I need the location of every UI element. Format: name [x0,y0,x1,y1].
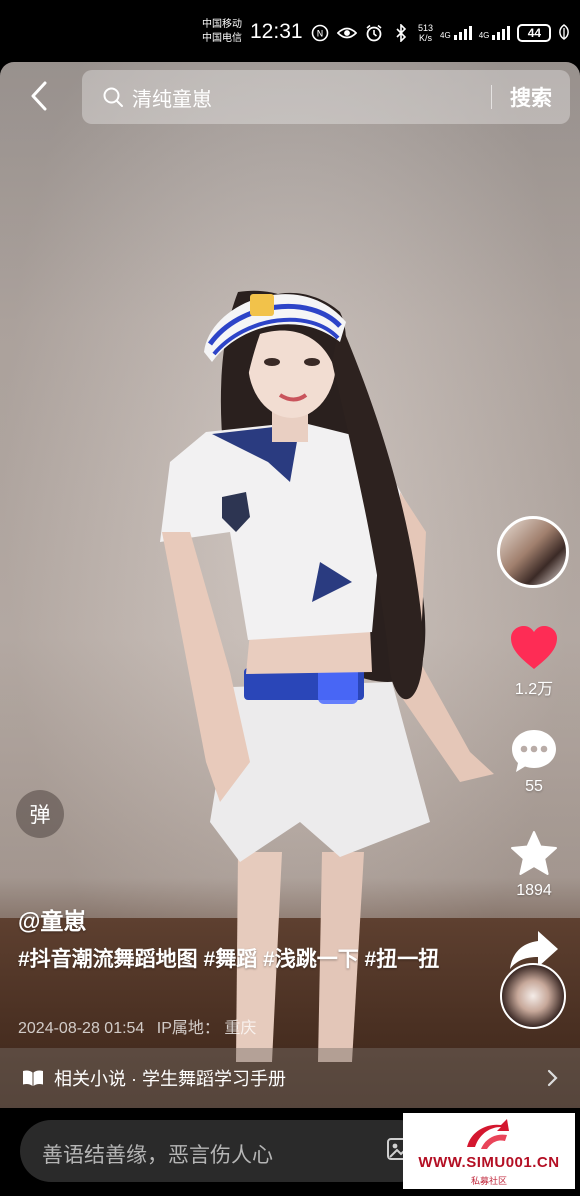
post-meta: 2024-08-28 01:54 IP属地： 重庆 [18,1014,256,1038]
net-speed: 513 K/s [418,23,433,43]
like-button[interactable]: 1.2万 [500,625,568,699]
search-divider [491,85,492,109]
watermark-subtitle: 私募社区 [470,1176,507,1186]
like-count: 1.2万 [514,681,554,698]
status-icons: N 513 K/s 4G 4G 44 [310,22,570,44]
carrier-1: 中国移动 [202,19,242,30]
search-icon [103,87,123,107]
back-button[interactable] [22,78,56,114]
signal-1-icon: 4G [440,26,472,40]
search-button[interactable]: 搜索 [510,82,552,112]
search-query[interactable]: 清纯童崽 [132,83,491,112]
net-speed-unit: K/s [419,33,433,43]
video-caption[interactable]: #抖音潮流舞蹈地图 #舞蹈 #浅跳一下 #扭一扭 [18,944,448,975]
post-date: 2024-08-28 01:54 [18,1020,145,1037]
bluetooth-icon [391,23,411,43]
eye-icon [337,23,357,43]
alarm-icon [364,23,384,43]
comment-placeholder: 善语结善缘，恶言伤人心 [42,1144,273,1167]
music-disc[interactable] [500,963,566,1029]
favorite-button[interactable]: 1894 [500,830,568,900]
battery-indicator: 44 [517,24,552,42]
favorite-count: 1894 [516,882,552,899]
clock: 12:31 [250,20,303,43]
watermark-url: WWW.SIMU001.CN [418,1154,560,1171]
chevron-right-icon [547,1069,558,1087]
heart-icon [511,626,557,669]
comment-input[interactable]: 善语结善缘，恶言伤人心 [20,1120,430,1182]
back-arrow-icon [31,81,47,111]
nfc-icon: N [310,23,330,43]
signal-2-icon: 4G [479,26,511,40]
watermark-logo [467,1119,509,1149]
carrier-info: 中国移动 中国电信 [202,18,242,46]
site-watermark: WWW.SIMU001.CN 私募社区 [403,1113,575,1189]
leaf-icon [558,23,570,43]
related-novel-bar[interactable]: 相关小说 · 学生舞蹈学习手册 [0,1048,580,1108]
danmu-toggle-button[interactable]: 弹 [16,790,64,838]
video-player[interactable]: 1.2万 55 1894 510 弹 @童崽 #抖音潮流舞蹈地图 #舞蹈 #浅跳… [0,62,580,1108]
ip-label: IP属地： [156,1020,220,1037]
ip-location: 重庆 [224,1020,257,1037]
net-type-1: 4G [440,31,451,40]
comment-bubble-icon [512,730,556,772]
book-icon [23,1070,43,1086]
net-type-2: 4G [478,31,490,40]
search-bar[interactable]: 清纯童崽 搜索 [82,70,570,124]
svg-text:N: N [317,30,324,40]
author-name[interactable]: @童崽 [18,902,86,936]
comment-count: 55 [525,778,543,795]
star-icon [511,831,557,875]
related-novel-label: 相关小说 · 学生舞蹈学习手册 [54,1069,286,1089]
carrier-2: 中国电信 [202,33,242,44]
net-speed-value: 513 [418,23,434,33]
comment-button[interactable]: 55 [500,728,568,796]
status-bar: 中国移动 中国电信 12:31 N 513 K/s 4G 4G 44 [0,0,580,62]
author-avatar[interactable] [497,516,569,588]
